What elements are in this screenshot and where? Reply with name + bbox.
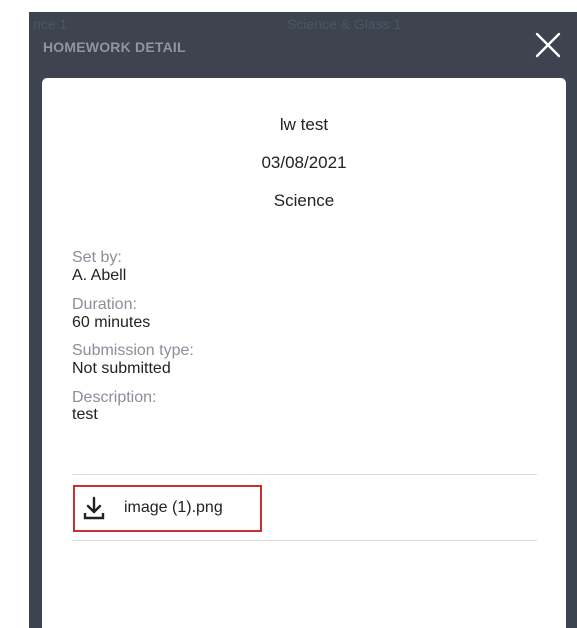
homework-detail-card: lw test 03/08/2021 Science Set by: A. Ab… bbox=[42, 78, 566, 628]
modal-header: nce 1 Science & Glass 1 HOMEWORK DETAIL bbox=[29, 12, 577, 76]
close-icon[interactable] bbox=[533, 30, 563, 60]
modal-title: HOMEWORK DETAIL bbox=[43, 39, 186, 55]
background-text: Science & Glass 1 bbox=[287, 16, 402, 32]
submission-type-value: Not submitted bbox=[72, 360, 171, 377]
description-label: Description: bbox=[72, 389, 157, 406]
homework-subject: Science bbox=[273, 191, 335, 210]
attachment-download-link[interactable]: image (1).png bbox=[73, 485, 262, 532]
set-by-label: Set by: bbox=[72, 249, 122, 266]
homework-date: 03/08/2021 bbox=[261, 153, 347, 172]
description-value: test bbox=[72, 406, 98, 423]
duration-value: 60 minutes bbox=[72, 314, 151, 331]
background-text: nce 1 bbox=[33, 16, 68, 32]
homework-detail-modal: nce 1 Science & Glass 1 HOMEWORK DETAIL … bbox=[29, 12, 577, 628]
attachment-name: image (1).png bbox=[124, 499, 223, 516]
homework-title: lw test bbox=[279, 115, 329, 134]
attachments-list: image (1).png bbox=[72, 474, 537, 541]
set-by-value: A. Abell bbox=[72, 267, 127, 284]
duration-label: Duration: bbox=[72, 296, 137, 313]
download-icon bbox=[83, 496, 105, 520]
submission-type-label: Submission type: bbox=[72, 342, 194, 359]
